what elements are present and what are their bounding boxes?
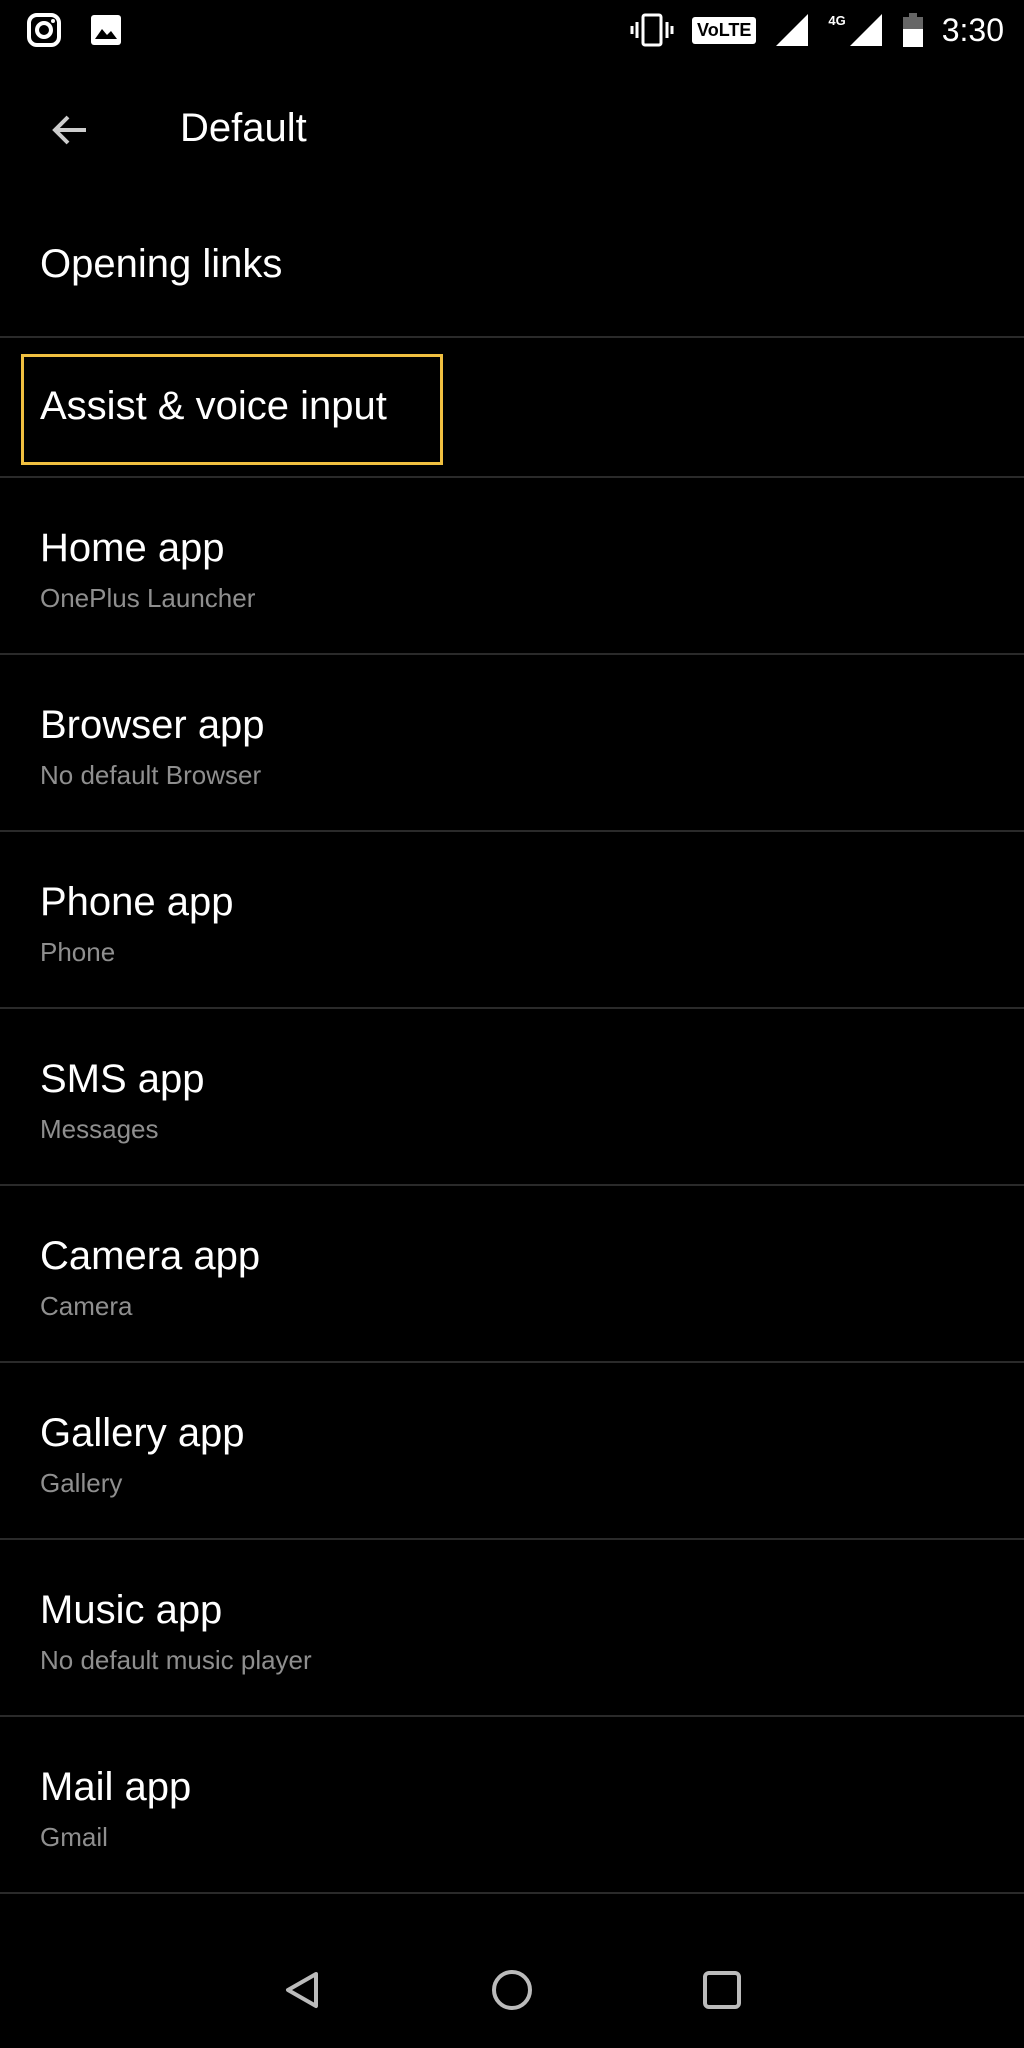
list-item-subtitle: Gallery	[40, 1468, 123, 1498]
back-icon[interactable]	[280, 1968, 324, 2012]
list-item[interactable]: Music app No default music player	[0, 1540, 1024, 1717]
network-type: 4G	[828, 12, 846, 28]
app-bar: Default	[0, 90, 1024, 170]
recents-icon[interactable]	[700, 1968, 744, 2012]
list-item-title: Home app	[40, 526, 225, 570]
arrow-left-icon[interactable]	[46, 106, 94, 154]
highlight-box	[21, 354, 443, 465]
signal-icon	[776, 14, 809, 46]
list-item[interactable]: SMS app Messages	[0, 1009, 1024, 1186]
list-item-title: Opening links	[40, 242, 283, 286]
list-item[interactable]: Browser app No default Browser	[0, 655, 1024, 832]
list-item-subtitle: No default Browser	[40, 760, 262, 790]
list-item-title: Music app	[40, 1588, 223, 1632]
clock: 3:30	[941, 11, 1004, 48]
list-item-title: Gallery app	[40, 1411, 245, 1455]
list-item-subtitle: Messages	[40, 1114, 159, 1144]
list-item[interactable]: Mail app Gmail	[0, 1717, 1024, 1894]
battery-icon	[902, 13, 923, 47]
list-item[interactable]: Opening links	[0, 160, 1024, 338]
list-item-subtitle: No default music player	[40, 1645, 312, 1675]
instagram-icon	[27, 13, 61, 47]
volte-icon: VoLTE	[692, 16, 757, 44]
list-item-title: Mail app	[40, 1765, 192, 1809]
home-icon[interactable]	[490, 1968, 534, 2012]
image-icon	[91, 15, 121, 45]
status-bar: VoLTE 4G 3:30	[0, 0, 1024, 60]
list-item-title: Browser app	[40, 703, 265, 747]
list-item[interactable]: Phone app Phone	[0, 832, 1024, 1009]
list-item[interactable]: Gallery app Gallery	[0, 1363, 1024, 1540]
list-item-subtitle: OnePlus Launcher	[40, 583, 256, 613]
signal-4g-icon	[849, 14, 882, 46]
list-item-subtitle: Camera	[40, 1291, 133, 1321]
list-item-subtitle: Gmail	[40, 1822, 108, 1852]
vibrate-icon	[630, 13, 674, 47]
list-item-title: SMS app	[40, 1057, 205, 1101]
list-item-title: Camera app	[40, 1234, 261, 1278]
list-item-subtitle: Phone	[40, 937, 116, 967]
navigation-bar	[0, 1928, 1024, 2048]
page-title: Default	[180, 106, 307, 150]
list-item[interactable]: Home app OnePlus Launcher	[0, 478, 1024, 655]
list-item[interactable]: Camera app Camera	[0, 1186, 1024, 1363]
list-item-title: Phone app	[40, 880, 234, 924]
